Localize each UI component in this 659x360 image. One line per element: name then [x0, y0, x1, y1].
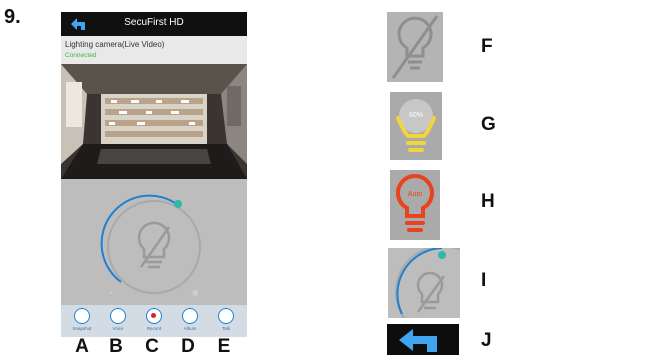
album-label: Album	[183, 326, 197, 331]
app-title: SecuFirst HD	[124, 17, 184, 28]
voice-label: Voice	[112, 326, 124, 331]
record-button[interactable]: Record	[139, 308, 169, 336]
microphone-icon	[218, 308, 234, 324]
camera-name: Lighting camera(Live Video)	[65, 40, 165, 49]
talk-label: Talk	[221, 326, 230, 331]
letter-h: H	[481, 191, 495, 212]
album-button[interactable]: Album	[175, 308, 205, 336]
step-number: 9.	[4, 6, 21, 28]
bottom-toolbar: Snapshot Voice Record Album Talk	[61, 305, 247, 337]
svg-text:•: •	[109, 290, 113, 297]
bulb-off-icon	[387, 12, 443, 82]
letter-a: A	[75, 336, 89, 357]
back-arrow-icon	[387, 324, 459, 355]
camera-info: Lighting camera(Live Video) Connected	[61, 36, 247, 64]
svg-text:☼: ☼	[191, 289, 199, 299]
letter-j: J	[481, 330, 492, 351]
letter-d: D	[181, 336, 195, 357]
brightness-dial-icon[interactable]: • ☼	[61, 179, 247, 305]
light-control-panel: • ☼	[61, 179, 247, 305]
brightness-badge: 60%	[408, 112, 423, 119]
record-icon	[146, 308, 162, 324]
letter-i: I	[481, 270, 487, 291]
letter-b: B	[109, 336, 123, 357]
brightness-dial-icon	[388, 245, 489, 339]
camera-status: Connected	[65, 52, 97, 59]
video-frame	[61, 64, 247, 179]
auto-badge: Auto	[407, 191, 423, 198]
talk-button[interactable]: Talk	[211, 308, 241, 336]
snapshot-button[interactable]: Snapshot	[67, 308, 97, 336]
live-video-view[interactable]	[61, 64, 247, 179]
album-icon	[182, 308, 198, 324]
letter-e: E	[217, 336, 231, 357]
title-bar: SecuFirst HD	[61, 12, 247, 36]
bulb-on-yellow-icon: 60%	[390, 92, 442, 160]
speaker-icon	[110, 308, 126, 324]
letter-g: G	[481, 114, 496, 135]
voice-button[interactable]: Voice	[103, 308, 133, 336]
snapshot-label: Snapshot	[72, 326, 92, 331]
record-label: Record	[146, 326, 162, 331]
phone-screen: SecuFirst HD Lighting camera(Live Video)…	[61, 12, 247, 337]
camera-icon	[74, 308, 90, 324]
letter-f: F	[481, 36, 493, 57]
letter-c: C	[145, 336, 159, 357]
bulb-auto-red-icon: Auto	[390, 170, 440, 240]
